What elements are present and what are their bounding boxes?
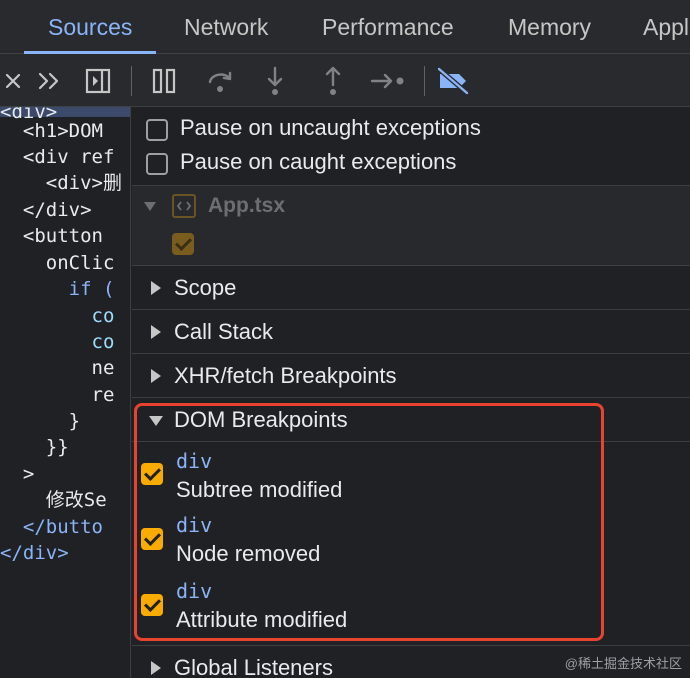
dom-breakpoint-checkbox[interactable] xyxy=(141,463,163,485)
dom-breakpoint-type: Attribute modified xyxy=(176,607,348,632)
breakpoints-file-group: App.tsx xyxy=(132,185,690,265)
dom-breakpoint-element: div xyxy=(176,579,213,603)
devtools-tab-bar: Sources Network Performance Memory Appl xyxy=(0,0,690,54)
toolbar-divider xyxy=(131,66,132,96)
code-line: co xyxy=(0,331,115,353)
dom-breakpoint-item[interactable]: div Attribute modified xyxy=(132,573,690,639)
code-line: co xyxy=(0,305,115,327)
expand-arrow-icon xyxy=(151,281,161,295)
pause-uncaught-checkbox[interactable] xyxy=(146,119,168,141)
pause-uncaught-row[interactable]: Pause on uncaught exceptions xyxy=(132,111,690,147)
collapse-arrow-icon[interactable] xyxy=(144,202,156,211)
step-icon[interactable] xyxy=(368,54,408,107)
pause-uncaught-label: Pause on uncaught exceptions xyxy=(180,115,481,140)
file-name[interactable]: App.tsx xyxy=(208,194,285,218)
code-line: onClic xyxy=(0,252,115,274)
step-into-icon[interactable] xyxy=(260,54,290,107)
tab-application[interactable]: Appl xyxy=(643,0,689,54)
code-line: ne xyxy=(0,357,115,379)
code-line: </butto xyxy=(0,516,103,538)
dom-breakpoint-checkbox[interactable] xyxy=(141,528,163,550)
expand-arrow-icon xyxy=(151,661,161,675)
code-line: 修改Se xyxy=(0,489,107,511)
section-xhr-label: XHR/fetch Breakpoints xyxy=(174,363,397,388)
code-line: <h1>DOM xyxy=(0,120,115,142)
code-line: } xyxy=(0,410,81,432)
close-icon[interactable] xyxy=(2,54,24,107)
section-xhr-breakpoints[interactable]: XHR/fetch Breakpoints xyxy=(132,353,690,397)
pause-caught-row[interactable]: Pause on caught exceptions xyxy=(132,147,690,183)
code-line: </div> xyxy=(0,199,92,221)
expand-arrow-icon xyxy=(151,369,161,383)
code-editor-pane[interactable]: <div> <h1>DOM <div ref <div>删 </div> <bu… xyxy=(0,107,131,678)
code-line: <div>删 xyxy=(0,172,122,194)
section-global-label: Global Listeners xyxy=(174,655,333,678)
pause-icon[interactable] xyxy=(148,54,180,107)
toggle-debugger-icon[interactable] xyxy=(82,54,114,107)
step-over-icon[interactable] xyxy=(204,54,236,107)
debugger-toolbar xyxy=(0,54,690,107)
tab-memory[interactable]: Memory xyxy=(508,0,591,54)
code-line: <button xyxy=(0,225,115,247)
tab-performance[interactable]: Performance xyxy=(322,0,454,54)
collapse-arrow-icon xyxy=(149,416,163,426)
section-call-stack[interactable]: Call Stack xyxy=(132,309,690,353)
code-line: re xyxy=(0,384,115,406)
pause-caught-checkbox[interactable] xyxy=(146,153,168,175)
code-line: <div ref xyxy=(0,146,115,168)
dom-breakpoint-element: div xyxy=(176,513,213,537)
tab-sources[interactable]: Sources xyxy=(23,0,157,54)
dom-breakpoint-checkbox[interactable] xyxy=(141,594,163,616)
file-breakpoint-checkbox[interactable] xyxy=(172,233,194,255)
dom-breakpoint-type: Node removed xyxy=(176,541,321,566)
toolbar-divider xyxy=(424,66,425,96)
file-icon xyxy=(172,194,196,218)
section-scope-label: Scope xyxy=(174,275,237,300)
tab-network[interactable]: Network xyxy=(184,0,268,54)
pause-caught-label: Pause on caught exceptions xyxy=(180,149,457,174)
dom-breakpoint-item[interactable]: div Subtree modified xyxy=(132,441,690,507)
more-tabs-icon[interactable] xyxy=(34,54,64,107)
step-out-icon[interactable] xyxy=(318,54,348,107)
dom-breakpoint-item[interactable]: div Node removed xyxy=(132,507,690,573)
code-line: </div> xyxy=(0,542,69,564)
debugger-sidebar: Pause on uncaught exceptions Pause on ca… xyxy=(132,107,690,678)
deactivate-breakpoints-icon[interactable] xyxy=(434,54,472,107)
code-line: > xyxy=(0,463,35,485)
code-line: }} xyxy=(0,436,69,458)
section-scope[interactable]: Scope xyxy=(132,265,690,309)
section-dom-breakpoints[interactable]: DOM Breakpoints xyxy=(132,397,690,441)
watermark: @稀土掘金技术社区 xyxy=(564,656,682,671)
expand-arrow-icon xyxy=(151,325,161,339)
dom-breakpoint-type: Subtree modified xyxy=(176,477,343,502)
section-dom-label: DOM Breakpoints xyxy=(174,407,348,432)
dom-breakpoint-element: div xyxy=(176,449,213,473)
section-call-stack-label: Call Stack xyxy=(174,319,274,344)
code-line: if ( xyxy=(0,278,115,300)
